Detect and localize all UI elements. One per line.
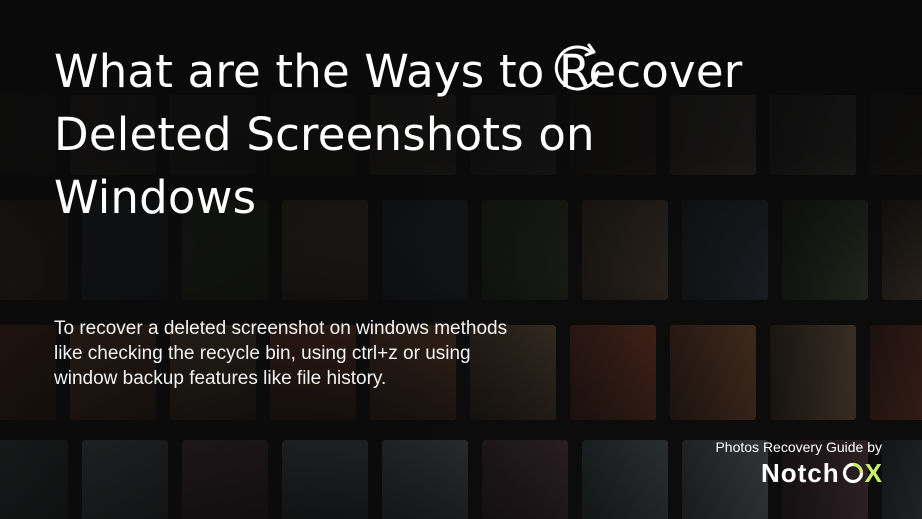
recover-arrow-icon (554, 43, 600, 91)
brand-name-x: X (864, 458, 882, 488)
page-title: What are the Ways to Recover Deleted Scr… (54, 40, 834, 229)
description-text: To recover a deleted screenshot on windo… (54, 318, 508, 389)
title-line-1: What are the Ways to Recover (54, 40, 834, 103)
credit-text: Photos Recovery Guide by (715, 439, 882, 455)
title-line-2: Deleted Screenshots on (54, 108, 595, 161)
brand-name-main: Notch (760, 458, 840, 488)
notchox-logo: Notch X (761, 458, 882, 488)
title-recover-word: Recover (554, 40, 742, 103)
title-line-3: Windows (54, 171, 257, 224)
hero-banner: What are the Ways to Recover Deleted Scr… (0, 0, 922, 519)
notchox-o-icon (842, 462, 863, 484)
title-line-1-prefix: What are the Ways to (54, 45, 560, 98)
